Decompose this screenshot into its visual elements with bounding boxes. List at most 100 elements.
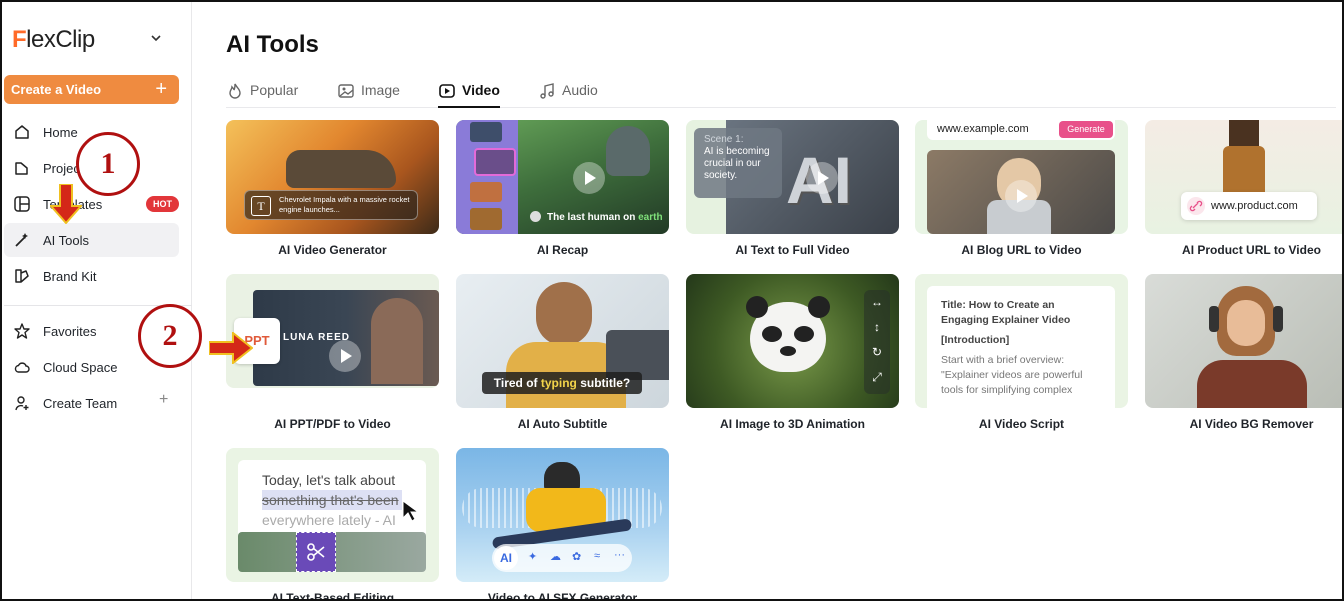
panda-eye — [794, 326, 814, 342]
tool-label: AI Blog URL to Video — [961, 243, 1082, 257]
tool-label: AI Image to 3D Animation — [720, 417, 865, 431]
gear-sfx-icon[interactable]: ✿ — [572, 550, 581, 563]
home-icon — [12, 122, 32, 142]
chevron-down-icon[interactable] — [150, 32, 162, 44]
tab-popular[interactable]: Popular — [226, 82, 298, 108]
sidebar-item-templates[interactable]: Templates HOT — [4, 187, 179, 221]
tool-thumbnail: LUNA REED PPT — [226, 274, 439, 388]
zoom-icon[interactable]: ⤢ — [869, 370, 885, 386]
headphone — [1209, 306, 1219, 332]
tool-card-ai-product-url-to-video[interactable]: www.product.com AI Product URL to Video — [1145, 120, 1342, 257]
person-head — [536, 282, 592, 346]
tab-bar: Popular Image Video Audio — [226, 74, 1336, 108]
tool-thumbnail: Today, let's talk about something that's… — [226, 448, 439, 582]
tool-card-ai-video-bg-remover[interactable]: AI Video BG Remover — [1145, 274, 1342, 431]
sidebar-item-brand-kit[interactable]: Brand Kit — [4, 259, 179, 293]
transcript-panel: Today, let's talk about something that's… — [238, 460, 426, 540]
down-arrow-annotation — [50, 184, 82, 224]
tool-card-ai-recap[interactable]: The last human on earth AI Recap — [456, 120, 669, 257]
more-icon[interactable]: ··· — [614, 549, 625, 561]
tool-card-ai-video-script[interactable]: Title: How to Create an Engaging Explain… — [915, 274, 1128, 431]
cloud-icon — [12, 357, 32, 377]
add-team-plus-icon[interactable]: + — [159, 391, 168, 409]
music-note-icon — [540, 83, 554, 99]
script-panel: Title: How to Create an Engaging Explain… — [927, 286, 1115, 408]
fire-icon — [229, 83, 241, 99]
tool-card-ai-text-based-editing[interactable]: Today, let's talk about something that's… — [226, 448, 439, 599]
tool-label: AI Text to Full Video — [735, 243, 850, 257]
magic-wand-icon — [12, 230, 32, 250]
panda-nose — [780, 346, 796, 356]
panda-face — [746, 296, 830, 372]
add-person-icon — [12, 393, 32, 413]
image-icon — [338, 84, 354, 98]
hot-badge: HOT — [146, 196, 179, 212]
tool-thumbnail: T Chevrolet Impala with a massive rocket… — [226, 120, 439, 234]
sidebar: FlexClip Create a Video + Home Projects … — [2, 2, 192, 599]
tab-image[interactable]: Image — [337, 82, 400, 108]
tool-thumbnail: The last human on earth — [456, 120, 669, 234]
generate-button[interactable]: Generate — [1059, 121, 1113, 138]
folder-icon — [12, 158, 32, 178]
prompt-box: T Chevrolet Impala with a massive rocket… — [244, 190, 418, 220]
horizontal-move-icon[interactable]: ↔ — [869, 295, 885, 311]
create-video-button[interactable]: Create a Video + — [4, 75, 179, 104]
step-1-annotation: 1 — [76, 132, 140, 196]
page-title: AI Tools — [226, 31, 319, 58]
ai-chip[interactable]: AI — [494, 546, 518, 570]
filmstrip — [456, 120, 518, 234]
tool-card-ai-ppt-pdf-to-video[interactable]: LUNA REED PPT AI PPT/PDF to Video — [226, 274, 439, 431]
tool-thumbnail: Tired of typing subtitle? — [456, 274, 669, 408]
wind-sfx-icon[interactable]: ≈ — [594, 550, 600, 562]
panda-ear — [808, 296, 830, 318]
tool-label: AI Video Generator — [278, 243, 387, 257]
play-icon[interactable] — [806, 162, 838, 194]
tool-label: Video to AI SFX Generator — [487, 591, 638, 601]
vertical-move-icon[interactable]: ↕ — [869, 320, 885, 336]
frame-thumb — [470, 182, 502, 202]
person-shape — [371, 298, 423, 384]
cloud-sfx-icon[interactable]: ☁ — [550, 550, 561, 563]
frame-thumb — [470, 208, 502, 230]
panda-ear — [746, 296, 768, 318]
rotate-icon[interactable]: ↻ — [869, 345, 885, 361]
tool-card-ai-text-to-full-video[interactable]: Scene 1: AI is becoming crucial in our s… — [686, 120, 899, 257]
tab-audio[interactable]: Audio — [538, 82, 598, 108]
plus-icon: + — [155, 78, 167, 100]
scarf — [1197, 360, 1307, 408]
sidebar-item-ai-tools[interactable]: AI Tools — [4, 223, 179, 257]
tool-card-ai-image-to-3d-animation[interactable]: ↔ ↕ ↻ ⤢ AI Image to 3D Animation — [686, 274, 899, 431]
script-box: Scene 1: AI is becoming crucial in our s… — [694, 128, 782, 198]
tool-card-ai-blog-url-to-video[interactable]: www.example.com Generate AI Blog URL to … — [915, 120, 1128, 257]
panda-eye — [762, 326, 782, 342]
cursor-icon — [402, 500, 420, 522]
video-icon — [439, 84, 455, 98]
headphone — [1273, 306, 1283, 332]
star-icon — [12, 321, 32, 341]
tool-card-ai-video-generator[interactable]: T Chevrolet Impala with a massive rocket… — [226, 120, 439, 257]
tool-thumbnail: Title: How to Create an Engaging Explain… — [915, 274, 1128, 408]
step-2-annotation: 2 — [138, 304, 202, 368]
sidebar-item-create-team[interactable]: Create Team + — [4, 386, 179, 420]
flexclip-logo[interactable]: FlexClip — [12, 26, 95, 54]
animation-controls: ↔ ↕ ↻ ⤢ — [864, 290, 890, 394]
tool-thumbnail: Scene 1: AI is becoming crucial in our s… — [686, 120, 899, 234]
templates-icon — [12, 194, 32, 214]
play-icon[interactable] — [1005, 180, 1037, 212]
astronaut-shape — [606, 126, 650, 176]
tool-thumbnail: www.example.com Generate — [915, 120, 1128, 234]
tool-card-video-to-ai-sfx-generator[interactable]: AI ✦ ☁ ✿ ≈ ··· Video to AI SFX Generator — [456, 448, 669, 599]
tool-label: AI Recap — [536, 243, 589, 257]
tab-video[interactable]: Video — [438, 82, 500, 108]
tool-thumbnail: www.product.com — [1145, 120, 1342, 234]
bottle-cap — [1229, 120, 1259, 146]
tool-card-ai-auto-subtitle[interactable]: Tired of typing subtitle? AI Auto Subtit… — [456, 274, 669, 431]
text-icon: T — [251, 196, 271, 216]
link-icon — [1187, 197, 1205, 215]
play-icon[interactable] — [329, 340, 361, 372]
effect-icon[interactable]: ✦ — [528, 550, 537, 563]
play-icon[interactable] — [573, 162, 605, 194]
scissors-icon[interactable] — [306, 542, 326, 562]
prompt-text: Chevrolet Impala with a massive rocket e… — [279, 195, 410, 214]
url-field: www.product.com — [1181, 192, 1317, 220]
